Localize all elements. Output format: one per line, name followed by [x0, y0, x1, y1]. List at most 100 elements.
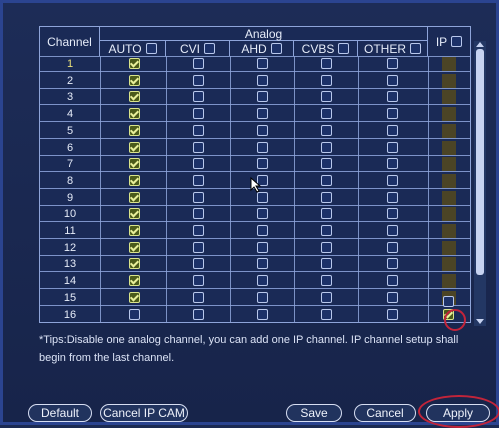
cvbs-checkbox[interactable] — [321, 174, 332, 186]
cvi-checkbox[interactable] — [193, 58, 204, 69]
ahd-checkbox[interactable] — [257, 74, 268, 86]
cvi-checkbox[interactable] — [193, 191, 204, 203]
cvi-checkbox[interactable] — [193, 74, 204, 86]
cvi-checkbox[interactable] — [193, 91, 204, 103]
other-checkbox[interactable] — [387, 91, 398, 103]
cvbs-checkbox[interactable] — [321, 74, 332, 86]
cvi-checkbox[interactable] — [193, 174, 204, 186]
table-row: 16 — [40, 308, 470, 322]
cvi-checkbox[interactable] — [193, 291, 204, 303]
auto-checkbox[interactable] — [129, 141, 140, 153]
other-checkbox[interactable] — [387, 291, 398, 303]
cvbs-checkbox[interactable] — [321, 108, 332, 120]
other-checkbox[interactable] — [387, 191, 398, 203]
cvi-checkbox[interactable] — [193, 124, 204, 136]
cvbs-checkbox[interactable] — [321, 141, 332, 153]
scroll-down-icon[interactable] — [476, 319, 484, 324]
cvi-checkbox[interactable] — [193, 275, 204, 287]
channel-type-dialog: Channel Analog AUTO CVI AHD CVBS OTHER I… — [0, 0, 499, 428]
cvi-select-all-checkbox[interactable] — [204, 43, 215, 54]
auto-checkbox[interactable] — [129, 208, 140, 220]
other-checkbox[interactable] — [387, 308, 398, 320]
auto-checkbox[interactable] — [129, 191, 140, 203]
scroll-up-icon[interactable] — [476, 42, 484, 47]
cvbs-select-all-checkbox[interactable] — [338, 43, 350, 54]
ip-checkbox[interactable] — [443, 295, 454, 307]
cvbs-checkbox[interactable] — [321, 58, 332, 69]
cvbs-checkbox[interactable] — [321, 241, 332, 253]
cvi-checkbox[interactable] — [193, 258, 204, 270]
cvi-checkbox[interactable] — [193, 241, 204, 253]
scrollbar-thumb[interactable] — [476, 49, 484, 275]
ip-select-all-checkbox[interactable] — [451, 36, 463, 47]
default-button[interactable]: Default — [28, 404, 92, 422]
table-scrollbar[interactable] — [474, 41, 486, 326]
other-checkbox[interactable] — [387, 58, 398, 69]
cvbs-checkbox[interactable] — [321, 258, 332, 270]
ahd-checkbox[interactable] — [257, 308, 268, 320]
channel-number: 4 — [66, 108, 74, 121]
other-checkbox[interactable] — [387, 74, 398, 86]
ahd-checkbox[interactable] — [257, 124, 268, 136]
ahd-checkbox[interactable] — [257, 208, 268, 220]
ahd-select-all-checkbox[interactable] — [270, 43, 282, 54]
cancel-ip-cam-button[interactable]: Cancel IP CAM — [100, 404, 188, 422]
cvbs-checkbox[interactable] — [321, 124, 332, 136]
cvi-checkbox[interactable] — [193, 158, 204, 170]
auto-checkbox[interactable] — [129, 225, 140, 236]
cvbs-checkbox[interactable] — [321, 208, 332, 220]
other-checkbox[interactable] — [387, 124, 398, 136]
auto-checkbox[interactable] — [129, 174, 140, 186]
annotation-circle-apply — [418, 395, 499, 428]
auto-checkbox[interactable] — [129, 91, 140, 103]
ahd-checkbox[interactable] — [257, 241, 268, 253]
other-checkbox[interactable] — [387, 225, 398, 236]
cvbs-checkbox[interactable] — [321, 191, 332, 203]
auto-checkbox[interactable] — [129, 124, 140, 136]
cvi-checkbox[interactable] — [193, 141, 204, 153]
other-checkbox[interactable] — [387, 208, 398, 220]
other-checkbox[interactable] — [387, 174, 398, 186]
ahd-checkbox[interactable] — [257, 291, 268, 303]
channel-number: 16 — [63, 308, 77, 321]
ahd-checkbox[interactable] — [257, 58, 268, 69]
other-checkbox[interactable] — [387, 108, 398, 120]
ahd-checkbox[interactable] — [257, 158, 268, 170]
save-button[interactable]: Save — [286, 404, 342, 422]
cvi-checkbox[interactable] — [193, 108, 204, 120]
other-checkbox[interactable] — [387, 258, 398, 270]
cancel-button[interactable]: Cancel — [354, 404, 416, 422]
cvbs-checkbox[interactable] — [321, 275, 332, 287]
other-select-all-checkbox[interactable] — [410, 43, 421, 54]
cvi-checkbox[interactable] — [193, 308, 204, 320]
ahd-checkbox[interactable] — [257, 258, 268, 270]
auto-checkbox[interactable] — [129, 158, 140, 170]
ahd-checkbox[interactable] — [257, 191, 268, 203]
auto-checkbox[interactable] — [129, 291, 140, 303]
ahd-checkbox[interactable] — [257, 108, 268, 120]
ahd-checkbox[interactable] — [257, 91, 268, 103]
auto-checkbox[interactable] — [129, 58, 140, 69]
other-checkbox[interactable] — [387, 158, 398, 170]
cvbs-checkbox[interactable] — [321, 308, 332, 320]
auto-checkbox[interactable] — [129, 258, 140, 270]
cvi-checkbox[interactable] — [193, 225, 204, 236]
cvbs-checkbox[interactable] — [321, 225, 332, 236]
cvbs-checkbox[interactable] — [321, 291, 332, 303]
cvbs-checkbox[interactable] — [321, 158, 332, 170]
header-other: OTHER — [358, 41, 428, 56]
auto-select-all-checkbox[interactable] — [145, 43, 157, 54]
auto-checkbox[interactable] — [129, 308, 140, 320]
auto-checkbox[interactable] — [129, 275, 140, 287]
cvbs-checkbox[interactable] — [321, 91, 332, 103]
auto-checkbox[interactable] — [129, 108, 140, 120]
other-checkbox[interactable] — [387, 275, 398, 287]
other-checkbox[interactable] — [387, 141, 398, 153]
auto-checkbox[interactable] — [129, 74, 140, 86]
ahd-checkbox[interactable] — [257, 141, 268, 153]
other-checkbox[interactable] — [387, 241, 398, 253]
cvi-checkbox[interactable] — [193, 208, 204, 220]
ahd-checkbox[interactable] — [257, 225, 268, 236]
ahd-checkbox[interactable] — [257, 275, 268, 287]
auto-checkbox[interactable] — [129, 241, 140, 253]
